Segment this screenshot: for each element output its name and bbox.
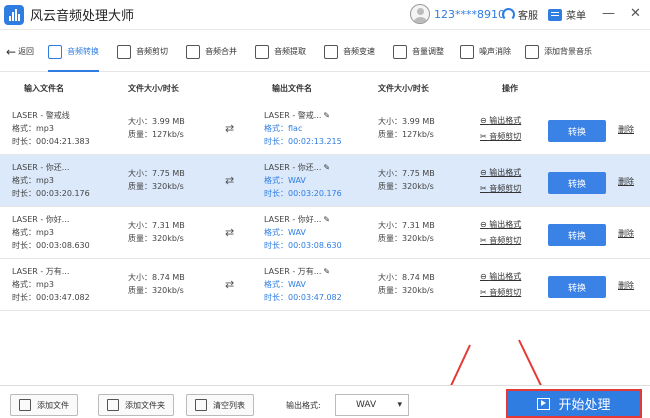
output-format-label: 输出格式: — [286, 401, 321, 410]
add-folder-icon — [107, 399, 119, 411]
chevron-down-icon: ▾ — [397, 400, 402, 410]
clear-list-label: 清空列表 — [213, 400, 245, 410]
play-icon — [537, 397, 551, 410]
trash-icon — [195, 399, 207, 411]
clear-list-button[interactable]: 清空列表 — [186, 394, 254, 416]
add-folder-label: 添加文件夹 — [125, 400, 165, 410]
add-file-button[interactable]: 添加文件 — [10, 394, 78, 416]
add-folder-button[interactable]: 添加文件夹 — [98, 394, 174, 416]
output-format-value: WAV — [356, 400, 377, 410]
annotation-arrows — [430, 339, 551, 418]
output-format-select[interactable]: WAV ▾ — [335, 394, 409, 416]
add-file-icon — [19, 399, 31, 411]
add-file-label: 添加文件 — [37, 400, 69, 410]
start-processing-button[interactable]: 开始处理 — [506, 389, 642, 418]
start-processing-label: 开始处理 — [558, 398, 611, 413]
